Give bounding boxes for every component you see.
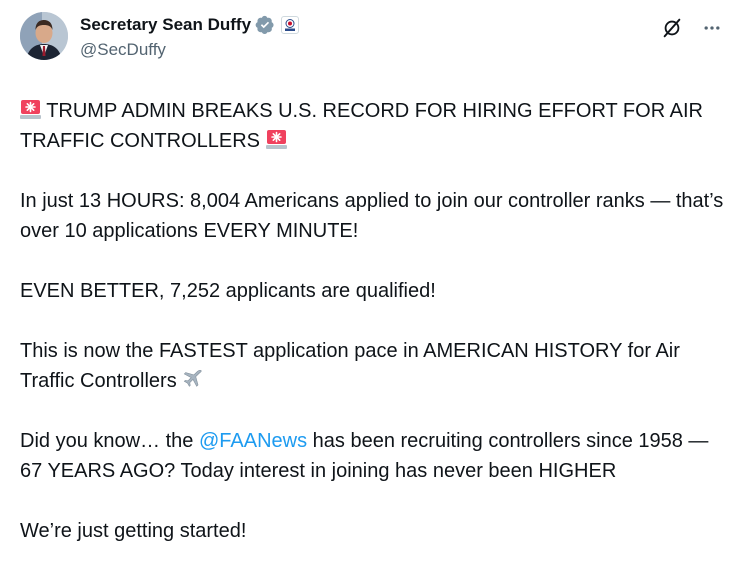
- police-light-emoji-icon: [20, 99, 41, 120]
- tweet-header: Secretary Sean Duffy @SecDuffy: [20, 12, 730, 68]
- tweet-paragraph-5-before: Did you know… the: [20, 430, 199, 452]
- tweet-paragraph-6: We’re just getting started!: [20, 520, 247, 542]
- author-handle[interactable]: @SecDuffy: [80, 40, 299, 60]
- verified-badge-icon[interactable]: [255, 15, 275, 35]
- avatar[interactable]: [20, 12, 68, 60]
- display-name[interactable]: Secretary Sean Duffy: [80, 15, 251, 35]
- airplane-emoji-icon: [182, 368, 203, 389]
- grok-icon[interactable]: [658, 14, 686, 42]
- tweet-paragraph-2: In just 13 HOURS: 8,004 Americans applie…: [20, 190, 724, 242]
- tweet-paragraph-1-text: TRUMP ADMIN BREAKS U.S. RECORD FOR HIRIN…: [20, 100, 703, 152]
- tweet-paragraph-1: TRUMP ADMIN BREAKS U.S. RECORD FOR HIRIN…: [20, 96, 730, 156]
- tweet-body: TRUMP ADMIN BREAKS U.S. RECORD FOR HIRIN…: [20, 96, 730, 546]
- tweet-paragraph-4: This is now the FASTEST application pace…: [20, 336, 730, 396]
- author-names: Secretary Sean Duffy @SecDuffy: [80, 14, 300, 60]
- dot-seal-icon[interactable]: [281, 16, 300, 34]
- police-light-emoji-icon: [265, 129, 287, 150]
- tweet-actions: [658, 14, 726, 42]
- tweet-card: Secretary Sean Duffy @SecDuffy TRUMP ADM…: [0, 0, 750, 568]
- tweet-paragraph-4-text: This is now the FASTEST application pace…: [20, 340, 680, 392]
- tweet-paragraph-5: Did you know… the @FAANews has been recr…: [20, 426, 730, 486]
- more-horizontal-icon[interactable]: [698, 14, 726, 42]
- mention-faanews-link[interactable]: @FAANews: [199, 430, 307, 452]
- tweet-paragraph-3: EVEN BETTER, 7,252 applicants are qualif…: [20, 280, 436, 302]
